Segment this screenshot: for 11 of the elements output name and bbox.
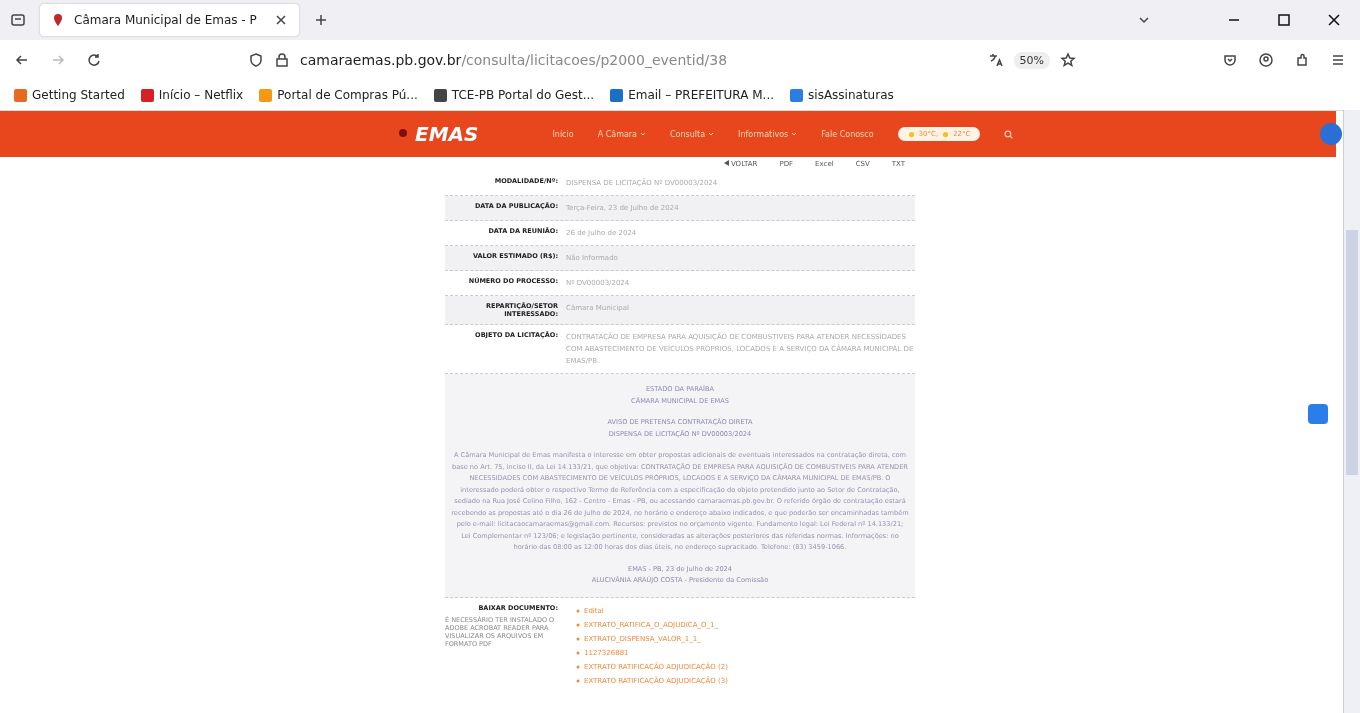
url-field[interactable]: camaraemas.pb.gov.br/consulta/licitacoes/p2000_eventid/38: [300, 52, 728, 68]
bookmark[interactable]: Portal de Compras Pú...: [259, 88, 418, 102]
bookmark[interactable]: sisAssinaturas: [790, 88, 894, 102]
bookmark[interactable]: Getting Started: [14, 88, 125, 102]
bookmark[interactable]: TCE-PB Portal do Gest...: [433, 88, 595, 102]
browser-tab[interactable]: Câmara Municipal de Emas - P: [40, 4, 299, 36]
bookmark[interactable]: Início – Netflix: [140, 88, 244, 102]
bookmark[interactable]: Email – PREFEITURA M...: [610, 88, 775, 102]
site-logo[interactable]: EMAS: [415, 122, 479, 146]
tab-title: Câmara Municipal de Emas - P: [74, 13, 257, 27]
zoom-level[interactable]: 50%: [1013, 51, 1050, 69]
